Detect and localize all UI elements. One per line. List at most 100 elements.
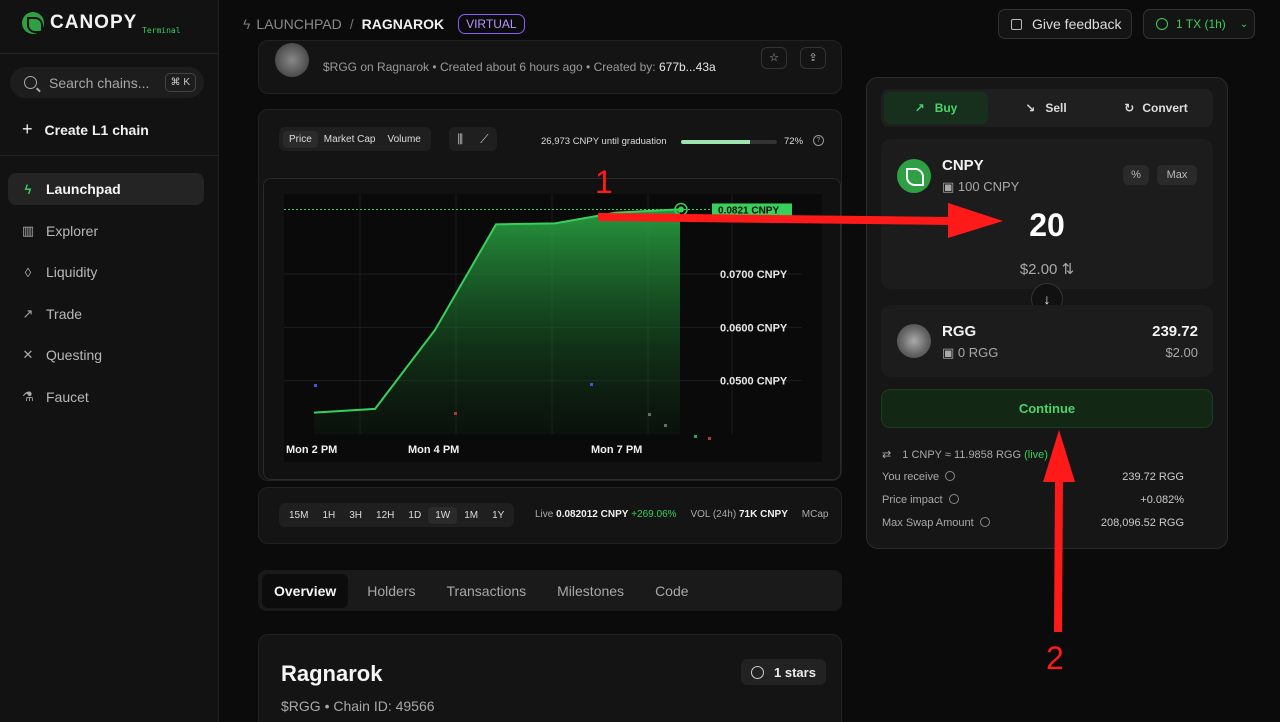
receive-box: RGG ▣ 0 RGG 239.72 $2.00 [881,305,1213,377]
mcap-label: MCap [801,509,829,520]
sidebar-item-questing[interactable]: ✕ Questing [8,339,204,371]
swap-tabs: ↗ Buy ↘ Sell ↻ Convert [881,89,1213,127]
github-stars-button[interactable]: 1 stars [741,659,826,685]
event-marker [708,437,711,440]
annotation-number-1: 1 [595,164,613,200]
chart-card: Price Market Cap Volume ⫼ ⟋ 26,973 CNPY … [258,109,842,481]
timeframe-1h[interactable]: 1H [315,507,342,524]
tab-sell-label: Sell [1045,101,1067,115]
arrow-up-right-icon: ↗ [914,101,925,115]
x-tick-label: Mon 4 PM [408,444,459,456]
share-icon[interactable]: ⇪ [800,47,826,69]
swap-arrows-icon: ⇄ [882,449,892,461]
tab-transactions[interactable]: Transactions [435,574,539,608]
graduation-text: 26,973 CNPY until graduation [541,136,667,147]
receive-usd: $2.00 [1165,345,1198,360]
max-swap-label: Max Swap Amount [882,517,974,529]
refresh-icon: ↻ [1124,101,1135,115]
max-button[interactable]: Max [1157,165,1197,185]
tab-code[interactable]: Code [643,574,700,608]
timeframe-1y[interactable]: 1Y [485,507,511,524]
create-chain-button[interactable]: + Create L1 chain [22,119,149,140]
continue-button[interactable]: Continue [881,389,1213,428]
pay-usd: $2.00 [1019,261,1058,278]
candlestick-icon[interactable]: ⫼ [458,132,464,147]
percent-button[interactable]: % [1123,165,1149,185]
swap-units-icon[interactable]: ⇅ [1062,261,1075,278]
app-name: CANOPY [50,12,138,33]
live-change: +269.06% [631,509,677,520]
give-feedback-button[interactable]: Give feedback [998,9,1132,39]
you-receive-row: You receive 239.72 RGG [882,471,1214,483]
pay-symbol: CNPY [942,157,984,174]
receive-balance: ▣ 0 RGG [942,345,998,361]
bolt-icon: ϟ [24,181,32,197]
timeframe-tabs: 15M 1H 3H 12H 1D 1W 1M 1Y [279,503,515,527]
sidebar-item-label: Launchpad [46,181,121,197]
x-tick-label: Mon 2 PM [286,444,337,456]
arrow-down-right-icon: ↘ [1025,101,1036,115]
line-chart-icon[interactable]: ⟋ [480,132,488,147]
created-by-label: Created by: [593,60,656,74]
help-icon[interactable]: ? [813,135,824,146]
timeframe-15m[interactable]: 15M [282,507,315,524]
tab-holders[interactable]: Holders [355,574,427,608]
sidebar-item-label: Trade [46,306,83,322]
sidebar-item-label: Explorer [46,223,99,239]
timeframe-3h[interactable]: 3H [342,507,369,524]
live-stats: Live 0.082012 CNPY +269.06% VOL (24h) 71… [535,509,828,520]
sidebar-item-liquidity[interactable]: ◊ Liquidity [8,256,204,288]
price-impact-value: +0.082% [1140,494,1184,506]
tab-sell[interactable]: ↘ Sell [994,92,1098,124]
info-icon[interactable] [945,471,956,481]
sidebar-item-trade[interactable]: ↗ Trade [8,298,204,330]
tab-market-cap[interactable]: Market Cap [318,131,382,148]
sidebar-item-launchpad[interactable]: ϟ Launchpad [8,173,204,205]
divider [0,155,219,156]
event-marker [590,383,593,386]
star-icon[interactable]: ☆ [761,47,787,69]
graduation-percent: 72% [784,136,804,147]
tab-convert-label: Convert [1142,101,1188,115]
info-icon[interactable] [979,517,990,527]
breadcrumb-root[interactable]: LAUNCHPAD [256,16,341,32]
sidebar: CANOPY Terminal Search chains... ⌘ K + C… [0,0,219,722]
droplet-icon: ◊ [24,264,32,280]
event-marker [694,435,697,438]
tab-price[interactable]: Price [283,130,318,148]
tab-volume[interactable]: Volume [381,131,426,148]
info-icon[interactable] [948,494,959,504]
tab-convert[interactable]: ↻ Convert [1104,92,1208,124]
pay-amount-input[interactable]: 20 [881,207,1213,244]
tab-milestones[interactable]: Milestones [545,574,636,608]
tx-label: 1 TX (1h) [1176,17,1226,31]
rate-text: 1 CNPY ≈ 11.9858 RGG [902,449,1022,461]
price-chart[interactable]: 0.0821 CNPY 0.0700 CNPY 0.0600 CNPY 0.0500 … [263,178,841,480]
detail-tabs: Overview Holders Transactions Milestones… [258,570,842,611]
tab-overview[interactable]: Overview [262,573,349,608]
sidebar-item-label: Liquidity [46,264,98,280]
tab-buy[interactable]: ↗ Buy [884,92,988,124]
search-input[interactable]: Search chains... ⌘ K [10,67,204,98]
timeframe-1d[interactable]: 1D [401,507,428,524]
timeframe-12h[interactable]: 12H [369,507,401,524]
sidebar-item-faucet[interactable]: ⚗ Faucet [8,381,204,413]
event-marker [648,413,651,416]
tx-filter-dropdown[interactable]: 1 TX (1h) ⌄ [1143,9,1255,39]
wallet-icon: ▣ [942,179,955,194]
timeframe-1m[interactable]: 1M [457,507,485,524]
token-avatar [275,43,309,77]
create-chain-label: Create L1 chain [44,121,149,138]
logo[interactable]: CANOPY [22,12,137,34]
x-tick-label: Mon 7 PM [591,444,642,456]
swords-icon: ✕ [22,347,34,362]
timeframe-1w[interactable]: 1W [428,506,458,524]
creator-address[interactable]: 677b...43a [659,60,716,74]
max-swap-value: 208,096.52 RGG [1100,517,1184,529]
max-swap-row: Max Swap Amount 208,096.52 RGG [882,517,1214,529]
sidebar-item-explorer[interactable]: ▥ Explorer [8,215,204,247]
chain-title: Ragnarok [281,661,383,686]
rgg-coin-icon [897,324,931,358]
divider [0,53,219,54]
price-impact-row: Price impact +0.082% [882,494,1214,506]
